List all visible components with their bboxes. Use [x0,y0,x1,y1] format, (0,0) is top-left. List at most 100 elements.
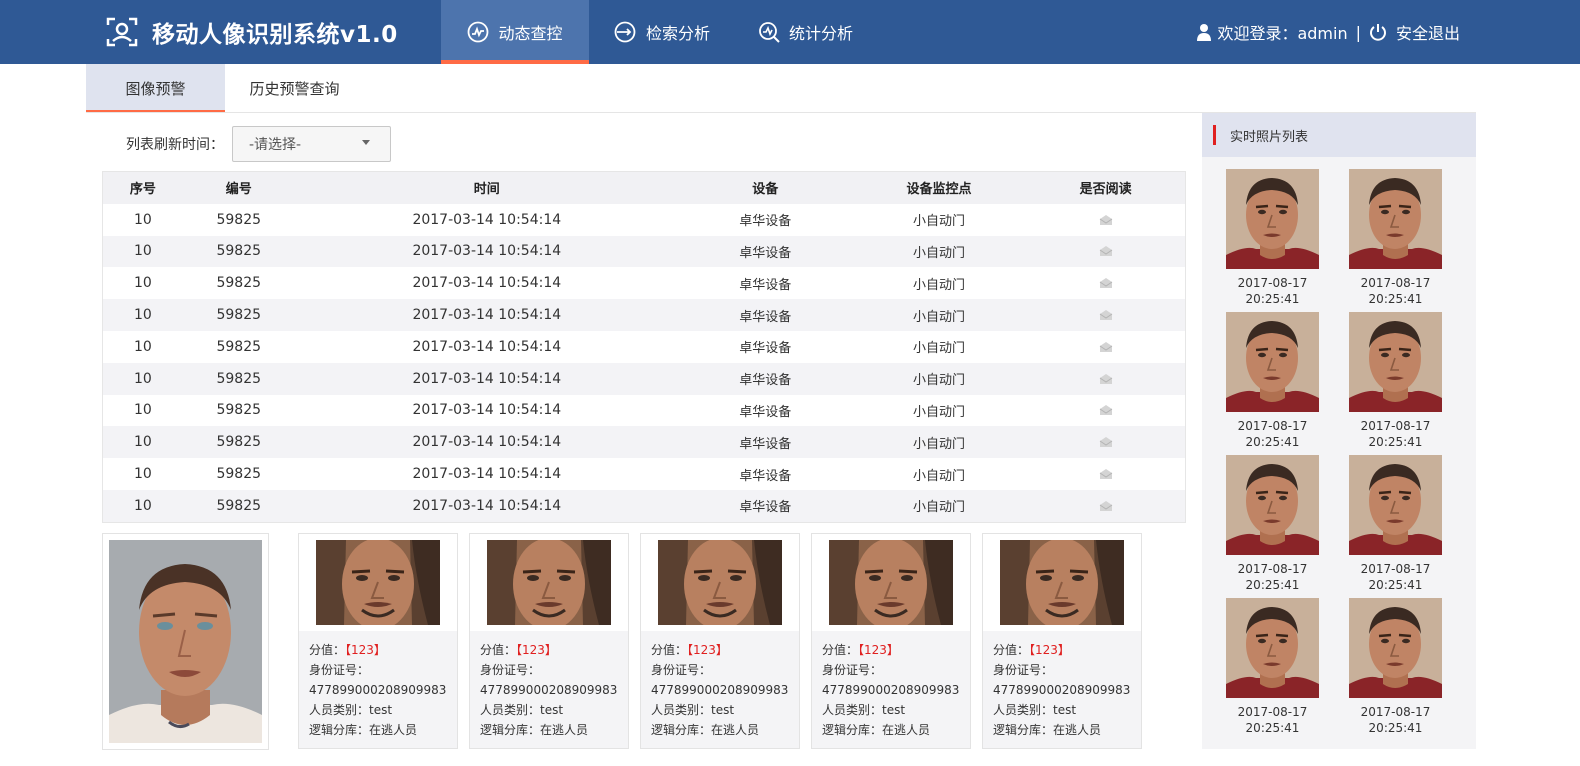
cell-time: 2017-03-14 10:54:14 [412,466,562,483]
person-category: 人员类别：test [993,703,1077,717]
cell-seq: 10 [134,497,152,514]
cell-id: 59825 [216,307,262,324]
realtime-photo-item[interactable]: 2017-08-17 20:25:41 [1226,455,1319,598]
match-face-image [487,540,611,625]
cell-point: 小自动门 [912,277,965,293]
photo-date: 2017-08-17 [1360,562,1431,576]
col-header-time[interactable]: 时间 [295,178,679,197]
mail-icon[interactable] [1099,309,1113,321]
nav-dynamic-control[interactable]: 动态查控 [441,0,589,64]
mail-icon[interactable] [1099,245,1113,257]
id-number: 477899000208909983 [822,683,960,697]
mail-icon[interactable] [1099,214,1113,226]
realtime-face-image [1226,455,1319,555]
col-header-device[interactable]: 设备 [679,178,852,197]
mail-icon[interactable] [1099,373,1113,385]
captured-photo[interactable] [102,533,269,750]
table-row[interactable]: 10 59825 2017-03-14 10:54:14 卓华设备 小自动门 [103,426,1185,459]
logic-library: 逻辑分库：在逃人员 [822,723,931,737]
photo-time: 20:25:41 [1245,578,1300,592]
match-face-image [658,540,782,625]
photo-date: 2017-08-17 [1360,705,1431,719]
cell-device: 卓华设备 [739,245,792,261]
realtime-photo-item[interactable]: 2017-08-17 20:25:41 [1226,169,1319,312]
score-value: 【123】 [345,643,386,657]
cell-device: 卓华设备 [739,341,792,357]
realtime-photo-item[interactable]: 2017-08-17 20:25:41 [1349,455,1442,598]
nav-stats-analysis[interactable]: 统计分析 [734,0,877,64]
photo-timestamp: 2017-08-17 20:25:41 [1226,275,1319,307]
cell-id: 59825 [216,211,262,228]
mail-icon[interactable] [1099,500,1113,512]
match-photo [641,534,799,631]
refresh-label: 列表刷新时间： [126,137,224,153]
realtime-photo [1226,169,1319,269]
mail-icon[interactable] [1099,468,1113,480]
table-row[interactable]: 10 59825 2017-03-14 10:54:14 卓华设备 小自动门 [103,204,1185,236]
table-row[interactable]: 10 59825 2017-03-14 10:54:14 卓华设备 小自动门 [103,331,1185,363]
table-row[interactable]: 10 59825 2017-03-14 10:54:14 卓华设备 小自动门 [103,458,1185,490]
table-row[interactable]: 10 59825 2017-03-14 10:54:14 卓华设备 小自动门 [103,299,1185,331]
match-card[interactable]: 分值：【123】 身份证号： 477899000208909983 人员类别：test… [982,533,1142,749]
cell-seq: 10 [134,370,152,387]
table-row[interactable]: 10 59825 2017-03-14 10:54:14 卓华设备 小自动门 [103,267,1185,299]
col-header-point[interactable]: 设备监控点 [852,178,1027,197]
match-cards: 分值：【123】 身份证号： 477899000208909983 人员类别：test… [298,533,1142,749]
col-header-id[interactable]: 编号 [183,178,295,197]
power-icon[interactable] [1369,23,1387,41]
realtime-photo-item[interactable]: 2017-08-17 20:25:41 [1349,169,1442,312]
realtime-photo [1226,598,1319,698]
welcome-text: 欢迎登录：admin [1217,24,1348,43]
photo-date: 2017-08-17 [1237,419,1308,433]
match-card[interactable]: 分值：【123】 身份证号： 477899000208909983 人员类别：test… [640,533,800,749]
cell-device: 卓华设备 [739,277,792,293]
cell-id: 59825 [216,275,262,292]
score-label: 分值： [480,643,517,657]
match-card[interactable]: 分值：【123】 身份证号： 477899000208909983 人员类别：test… [469,533,629,749]
photo-timestamp: 2017-08-17 20:25:41 [1349,275,1442,307]
cell-seq: 10 [134,211,152,228]
cell-point: 小自动门 [912,245,965,261]
realtime-photo-item[interactable]: 2017-08-17 20:25:41 [1349,598,1442,741]
nav-search-analysis[interactable]: 检索分析 [589,0,734,64]
tab-image-alert[interactable]: 图像预警 [86,64,225,113]
realtime-photo [1349,169,1442,269]
table-row[interactable]: 10 59825 2017-03-14 10:54:14 卓华设备 小自动门 [103,489,1185,522]
realtime-photo-item[interactable]: 2017-08-17 20:25:41 [1226,312,1319,455]
logout-link[interactable]: 安全退出 [1396,20,1460,44]
tab-history-alert-query[interactable]: 历史预警查询 [225,64,364,113]
cell-time: 2017-03-14 10:54:14 [412,275,562,292]
photo-timestamp: 2017-08-17 20:25:41 [1226,561,1319,593]
refresh-time-select[interactable]: -请选择- [232,126,391,162]
table-row[interactable]: 10 59825 2017-03-14 10:54:14 卓华设备 小自动门 [103,362,1185,395]
cell-read [1026,500,1185,512]
mail-icon[interactable] [1099,277,1113,289]
match-card[interactable]: 分值：【123】 身份证号： 477899000208909983 人员类别：test… [298,533,458,749]
match-card[interactable]: 分值：【123】 身份证号： 477899000208909983 人员类别：test… [811,533,971,749]
realtime-photo-item[interactable]: 2017-08-17 20:25:41 [1226,598,1319,741]
table-row[interactable]: 10 59825 2017-03-14 10:54:14 卓华设备 小自动门 [103,395,1185,427]
table-row[interactable]: 10 59825 2017-03-14 10:54:14 卓华设备 小自动门 [103,235,1185,268]
cell-point: 小自动门 [912,373,965,389]
photo-time: 20:25:41 [1368,292,1423,306]
cell-read [1026,341,1185,353]
score-line: 分值：【123】 [309,640,457,660]
id-label: 身份证号： [651,663,712,677]
chevron-down-icon [362,140,370,145]
col-header-seq[interactable]: 序号 [103,178,183,197]
realtime-photo-item[interactable]: 2017-08-17 20:25:41 [1349,312,1442,455]
mail-icon[interactable] [1099,341,1113,353]
person-category: 人员类别：test [822,703,906,717]
mail-icon[interactable] [1099,436,1113,448]
match-face-image [829,540,953,625]
cell-time: 2017-03-14 10:54:14 [412,243,562,260]
mail-icon[interactable] [1099,404,1113,416]
face-scan-icon [106,17,138,47]
col-header-read[interactable]: 是否阅读 [1026,178,1185,197]
photo-timestamp: 2017-08-17 20:25:41 [1349,704,1442,736]
cell-seq: 10 [134,434,152,451]
score-label: 分值： [309,643,346,657]
cell-read [1026,277,1185,289]
main-nav: 动态查控 检索分析 统计分析 [441,0,877,64]
cell-read [1026,373,1185,385]
